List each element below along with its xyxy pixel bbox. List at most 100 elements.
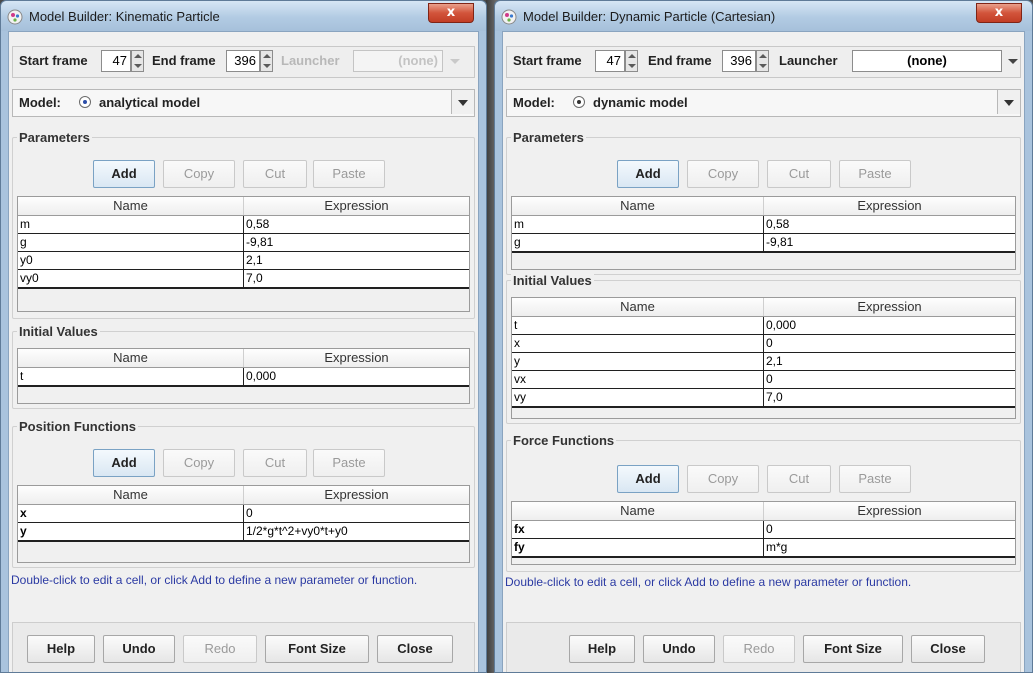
expression-cell[interactable]: 0,58 — [764, 216, 1015, 233]
name-cell[interactable]: fx — [512, 521, 764, 538]
expression-column-header[interactable]: Expression — [764, 197, 1015, 215]
font-size-button[interactable]: Font Size — [265, 635, 369, 663]
name-cell[interactable]: fy — [512, 539, 764, 556]
paste-function-button[interactable]: Paste — [313, 449, 385, 477]
expression-cell[interactable]: 0 — [764, 371, 1015, 388]
table-row[interactable]: y0 2,1 — [18, 252, 469, 270]
table-row[interactable]: fy m*g — [512, 539, 1015, 558]
model-dropdown-arrow-icon[interactable] — [997, 90, 1020, 114]
close-button[interactable]: Close — [377, 635, 453, 663]
model-selector[interactable]: Model: dynamic model — [506, 89, 1021, 117]
name-cell[interactable]: vy0 — [18, 270, 244, 287]
expression-column-header[interactable]: Expression — [764, 502, 1015, 520]
expression-cell[interactable]: 0 — [764, 335, 1015, 352]
name-cell[interactable]: m — [18, 216, 244, 233]
cut-function-button[interactable]: Cut — [767, 465, 831, 493]
table-row[interactable]: y 1/2*g*t^2+vy0*t+y0 — [18, 523, 469, 542]
help-button[interactable]: Help — [27, 635, 95, 663]
launcher-dropdown-arrow-icon[interactable] — [1003, 50, 1021, 72]
expression-cell[interactable]: m*g — [764, 539, 1015, 556]
table-row[interactable]: g -9,81 — [512, 234, 1015, 253]
undo-button[interactable]: Undo — [643, 635, 715, 663]
expression-column-header[interactable]: Expression — [244, 349, 469, 367]
expression-cell[interactable]: 7,0 — [244, 270, 469, 287]
expression-cell[interactable]: 7,0 — [764, 389, 1015, 406]
expression-column-header[interactable]: Expression — [244, 486, 469, 504]
expression-column-header[interactable]: Expression — [244, 197, 469, 215]
name-column-header[interactable]: Name — [18, 349, 244, 367]
table-row[interactable]: fx 0 — [512, 521, 1015, 539]
help-button[interactable]: Help — [569, 635, 635, 663]
name-cell[interactable]: y — [18, 523, 244, 540]
add-parameter-button[interactable]: Add — [617, 160, 679, 188]
name-cell[interactable]: vy — [512, 389, 764, 406]
close-window-button[interactable]: x — [976, 3, 1022, 23]
end-frame-field[interactable]: 396 — [226, 50, 260, 72]
add-function-button[interactable]: Add — [93, 449, 155, 477]
name-cell[interactable]: y — [512, 353, 764, 370]
copy-function-button[interactable]: Copy — [687, 465, 759, 493]
paste-parameter-button[interactable]: Paste — [839, 160, 911, 188]
expression-cell[interactable]: 0,58 — [244, 216, 469, 233]
undo-button[interactable]: Undo — [103, 635, 175, 663]
name-column-header[interactable]: Name — [512, 502, 764, 520]
table-row[interactable]: x0 — [18, 505, 469, 523]
table-row[interactable]: t 0,000 — [512, 317, 1015, 335]
redo-button[interactable]: Redo — [183, 635, 257, 663]
table-row[interactable]: vx 0 — [512, 371, 1015, 389]
launcher-dropdown-arrow-icon[interactable] — [445, 50, 463, 72]
copy-function-button[interactable]: Copy — [163, 449, 235, 477]
font-size-button[interactable]: Font Size — [803, 635, 903, 663]
name-cell[interactable]: m — [512, 216, 764, 233]
expression-cell[interactable]: 0,000 — [244, 368, 469, 385]
copy-parameter-button[interactable]: Copy — [163, 160, 235, 188]
name-cell[interactable]: vx — [512, 371, 764, 388]
launcher-select[interactable]: (none) — [852, 50, 1002, 72]
close-window-button[interactable]: x — [428, 3, 474, 23]
name-cell[interactable]: g — [512, 234, 764, 251]
table-row[interactable]: x0 — [512, 335, 1015, 353]
expression-cell[interactable]: 1/2*g*t^2+vy0*t+y0 — [244, 523, 469, 540]
expression-column-header[interactable]: Expression — [764, 298, 1015, 316]
name-cell[interactable]: x — [512, 335, 764, 352]
expression-cell[interactable]: -9,81 — [244, 234, 469, 251]
table-row[interactable]: vy 7,0 — [512, 389, 1015, 408]
end-frame-spinner[interactable] — [260, 50, 273, 72]
table-row[interactable]: t 0,000 — [18, 368, 469, 387]
name-column-header[interactable]: Name — [512, 298, 764, 316]
start-frame-spinner[interactable] — [625, 50, 638, 72]
close-button[interactable]: Close — [911, 635, 985, 663]
copy-parameter-button[interactable]: Copy — [687, 160, 759, 188]
expression-cell[interactable]: 2,1 — [764, 353, 1015, 370]
title-bar[interactable]: Model Builder: Kinematic Particle x — [1, 1, 486, 31]
name-cell[interactable]: t — [18, 368, 244, 385]
name-cell[interactable]: y0 — [18, 252, 244, 269]
add-function-button[interactable]: Add — [617, 465, 679, 493]
name-cell[interactable]: x — [18, 505, 244, 522]
paste-parameter-button[interactable]: Paste — [313, 160, 385, 188]
end-frame-field[interactable]: 396 — [722, 50, 756, 72]
expression-cell[interactable]: 0 — [764, 521, 1015, 538]
title-bar[interactable]: Model Builder: Dynamic Particle (Cartesi… — [495, 1, 1032, 31]
model-dropdown-arrow-icon[interactable] — [451, 90, 474, 114]
expression-cell[interactable]: 0 — [244, 505, 469, 522]
name-cell[interactable]: g — [18, 234, 244, 251]
cut-parameter-button[interactable]: Cut — [767, 160, 831, 188]
start-frame-field[interactable]: 47 — [595, 50, 625, 72]
table-row[interactable]: m 0,58 — [512, 216, 1015, 234]
paste-function-button[interactable]: Paste — [839, 465, 911, 493]
table-row[interactable]: m 0,58 — [18, 216, 469, 234]
cut-parameter-button[interactable]: Cut — [243, 160, 307, 188]
expression-cell[interactable]: -9,81 — [764, 234, 1015, 251]
start-frame-spinner[interactable] — [131, 50, 144, 72]
expression-cell[interactable]: 0,000 — [764, 317, 1015, 334]
expression-cell[interactable]: 2,1 — [244, 252, 469, 269]
table-row[interactable]: vy0 7,0 — [18, 270, 469, 289]
add-parameter-button[interactable]: Add — [93, 160, 155, 188]
name-cell[interactable]: t — [512, 317, 764, 334]
redo-button[interactable]: Redo — [723, 635, 795, 663]
model-selector[interactable]: Model: analytical model — [12, 89, 475, 117]
table-row[interactable]: g -9,81 — [18, 234, 469, 252]
start-frame-field[interactable]: 47 — [101, 50, 131, 72]
launcher-select[interactable]: (none) — [353, 50, 443, 72]
